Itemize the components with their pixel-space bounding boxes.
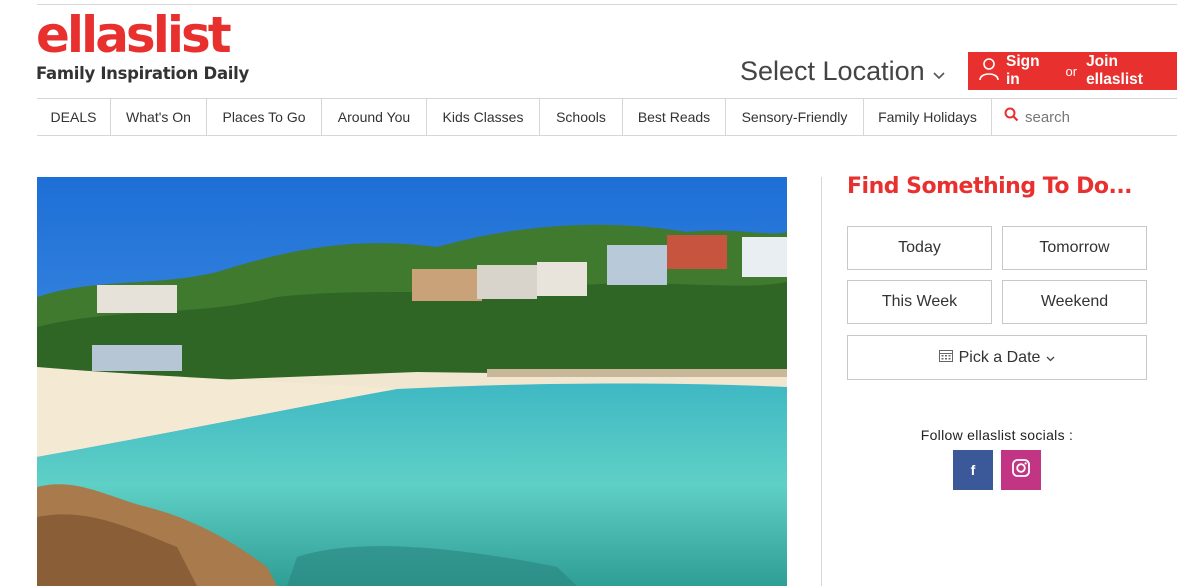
weekend-button[interactable]: Weekend bbox=[1002, 280, 1147, 324]
select-location-dropdown[interactable]: Select Location bbox=[740, 56, 945, 87]
tomorrow-button[interactable]: Tomorrow bbox=[1002, 226, 1147, 270]
pick-a-date-label: Pick a Date bbox=[958, 348, 1041, 366]
instagram-icon bbox=[1011, 458, 1031, 483]
nav-item-schools[interactable]: Schools bbox=[540, 99, 623, 135]
pick-a-date-button[interactable]: Pick a Date bbox=[847, 335, 1147, 380]
sidebar-divider bbox=[821, 177, 822, 586]
beach-cove-photo bbox=[37, 177, 787, 586]
signin-join-button[interactable]: Sign in or Join ellaslist bbox=[968, 52, 1177, 90]
follow-socials-label: Follow ellaslist socials : bbox=[920, 427, 1074, 443]
search-input[interactable] bbox=[1025, 108, 1175, 126]
nav-search bbox=[992, 99, 1177, 135]
site-logo[interactable]: ellaslist Family Inspiration Daily bbox=[36, 10, 249, 83]
tagline: Family Inspiration Daily bbox=[36, 64, 249, 83]
chevron-down-icon bbox=[933, 67, 945, 83]
nav-item-deals[interactable]: DEALS bbox=[37, 99, 111, 135]
chevron-down-icon bbox=[1046, 349, 1055, 367]
this-week-button[interactable]: This Week bbox=[847, 280, 992, 324]
sign-in-link[interactable]: Sign in bbox=[1006, 53, 1057, 89]
today-button[interactable]: Today bbox=[847, 226, 992, 270]
join-link[interactable]: Join ellaslist bbox=[1086, 53, 1177, 89]
calendar-icon bbox=[938, 349, 953, 367]
top-divider bbox=[37, 4, 1177, 5]
facebook-link[interactable]: f bbox=[953, 450, 993, 490]
location-label: Select Location bbox=[740, 56, 925, 86]
logo-wordmark: ellaslist bbox=[36, 6, 232, 64]
hero-image[interactable] bbox=[37, 177, 787, 586]
search-icon[interactable] bbox=[1004, 107, 1019, 127]
nav-item-sensory-friendly[interactable]: Sensory-Friendly bbox=[726, 99, 864, 135]
instagram-link[interactable] bbox=[1001, 450, 1041, 490]
nav-item-around-you[interactable]: Around You bbox=[322, 99, 427, 135]
user-icon bbox=[978, 57, 1000, 86]
facebook-icon: f bbox=[970, 462, 976, 478]
nav-item-whats-on[interactable]: What's On bbox=[111, 99, 207, 135]
nav-item-family-holidays[interactable]: Family Holidays bbox=[864, 99, 992, 135]
nav-item-places-to-go[interactable]: Places To Go bbox=[207, 99, 322, 135]
or-text: or bbox=[1065, 63, 1078, 79]
find-something-title: Find Something To Do... bbox=[847, 174, 1133, 199]
nav-item-best-reads[interactable]: Best Reads bbox=[623, 99, 726, 135]
nav-item-kids-classes[interactable]: Kids Classes bbox=[427, 99, 540, 135]
main-nav: DEALS What's On Places To Go Around You … bbox=[37, 98, 1177, 136]
